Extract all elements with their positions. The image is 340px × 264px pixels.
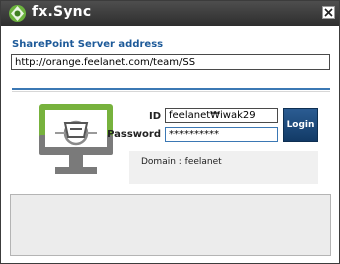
- login-window: fx.Sync SharePoint Server address http:/…: [0, 0, 340, 264]
- domain-info-box: Domain : feelanet: [129, 151, 318, 184]
- section-divider: [12, 88, 330, 90]
- fx-sync-logo-icon: [8, 4, 27, 23]
- app-title: fx.Sync: [32, 4, 92, 20]
- close-button[interactable]: [322, 6, 335, 19]
- id-label: ID: [148, 111, 161, 122]
- section-divider-shadow: [12, 91, 330, 92]
- password-label: Password: [107, 129, 161, 140]
- server-address-input[interactable]: [11, 54, 330, 70]
- close-icon: [324, 8, 333, 17]
- login-button[interactable]: Login: [283, 108, 318, 142]
- id-input[interactable]: [165, 108, 278, 123]
- password-input[interactable]: [165, 127, 278, 142]
- domain-text: Domain : feelanet: [141, 157, 222, 167]
- server-address-label: SharePoint Server address: [12, 39, 164, 50]
- title-bar[interactable]: fx.Sync: [1, 1, 339, 26]
- status-area: [10, 194, 331, 256]
